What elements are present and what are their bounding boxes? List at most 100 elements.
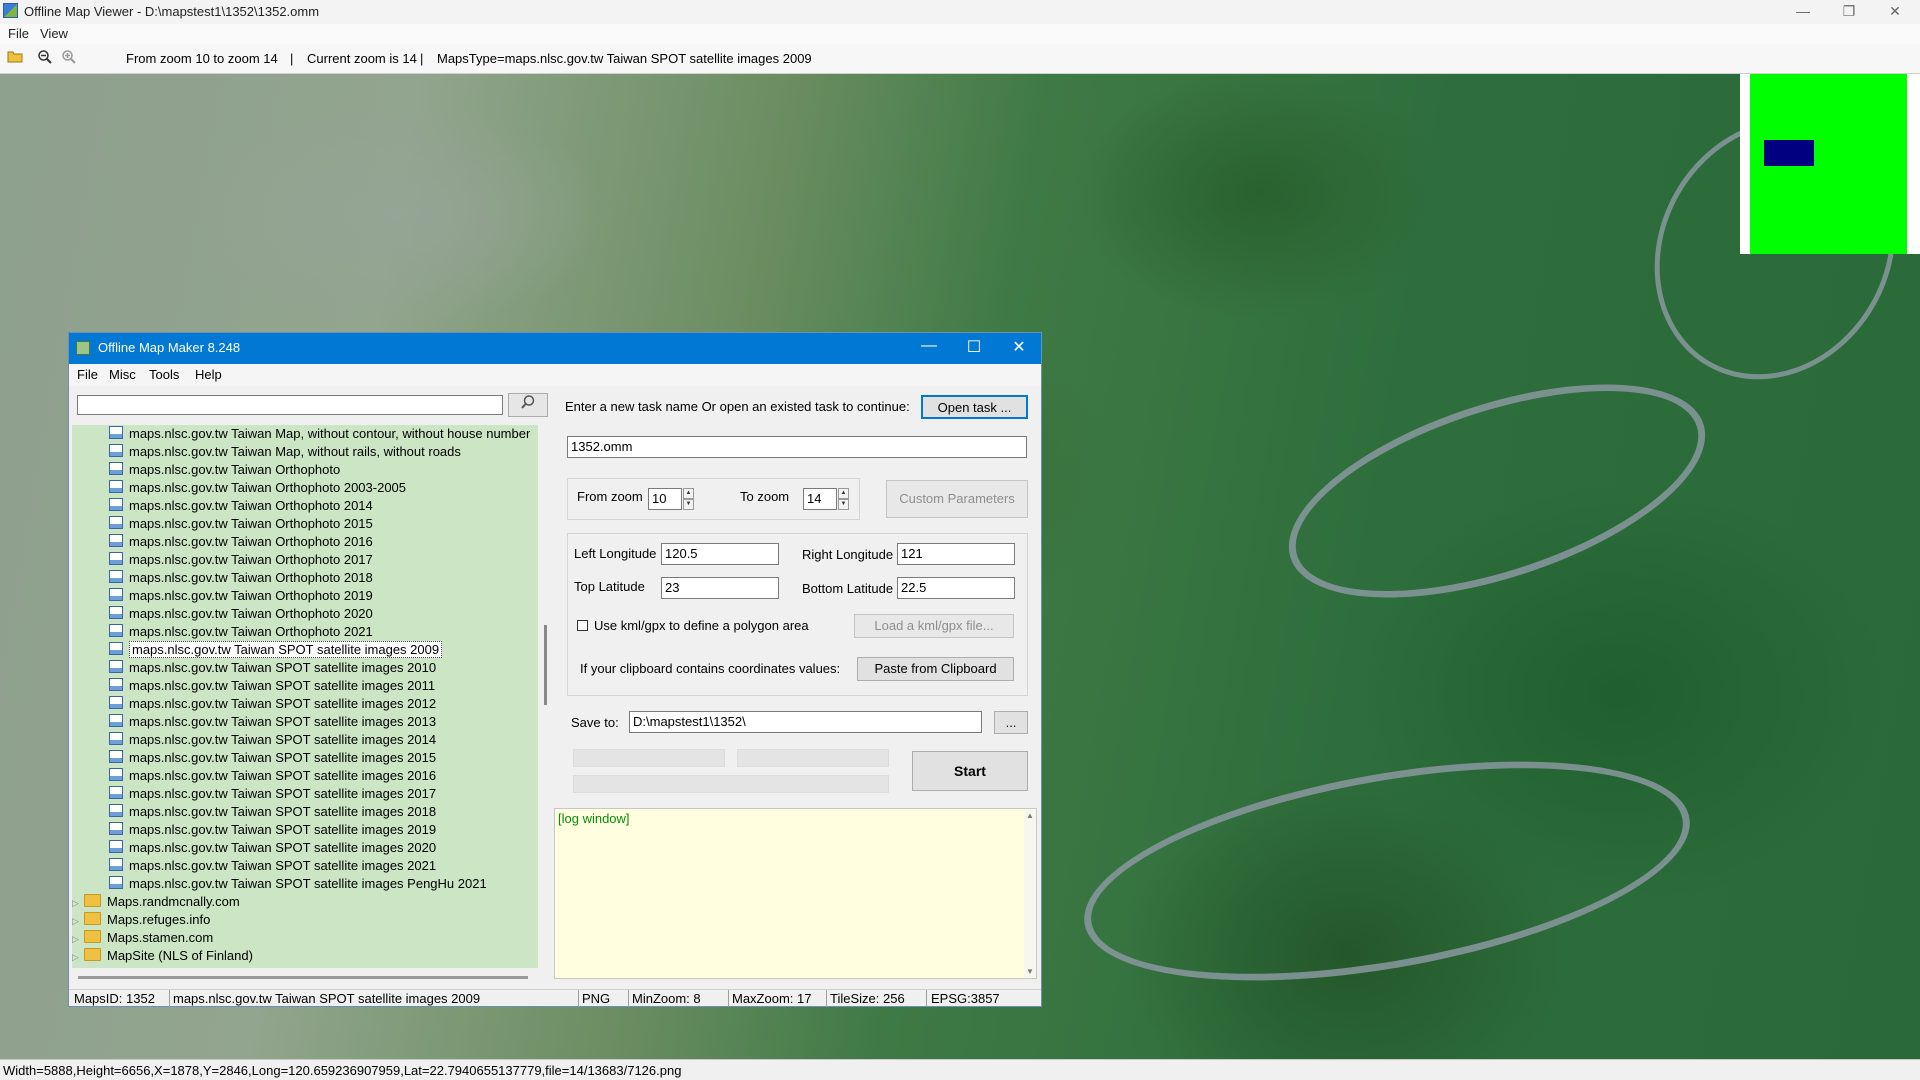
from-zoom-stepper[interactable]: ▲ ▼ bbox=[683, 488, 694, 510]
to-zoom-stepper[interactable]: ▲ ▼ bbox=[838, 488, 849, 510]
tree-map-item[interactable]: maps.nlsc.gov.tw Taiwan Map, without con… bbox=[109, 425, 530, 443]
status-separator bbox=[728, 990, 729, 1007]
epsg-text: EPSG:3857 bbox=[931, 991, 1000, 1006]
from-zoom-input[interactable]: 10 bbox=[648, 488, 682, 510]
map-source-icon bbox=[109, 750, 123, 763]
load-kml-button[interactable]: Load a kml/gpx file... bbox=[854, 614, 1014, 638]
dialog-minimize-button[interactable]: — bbox=[909, 337, 949, 355]
tree-folder-item[interactable]: ▷ MapSite (NLS of Finland) bbox=[72, 947, 253, 965]
tree-vertical-scroll-thumb[interactable] bbox=[544, 625, 547, 705]
tree-vertical-scrollbar[interactable] bbox=[540, 425, 552, 968]
tree-map-item[interactable]: maps.nlsc.gov.tw Taiwan SPOT satellite i… bbox=[109, 641, 443, 659]
tree-horizontal-scrollbar[interactable] bbox=[72, 972, 538, 982]
tree-folder-item[interactable]: ▷ Maps.stamen.com bbox=[72, 929, 213, 947]
tree-map-item[interactable]: maps.nlsc.gov.tw Taiwan SPOT satellite i… bbox=[109, 659, 436, 677]
tree-map-item[interactable]: maps.nlsc.gov.tw Taiwan Orthophoto 2021 bbox=[109, 623, 373, 641]
scroll-down-icon[interactable]: ▼ bbox=[1026, 967, 1034, 976]
tree-map-item[interactable]: maps.nlsc.gov.tw Taiwan Orthophoto 2020 bbox=[109, 605, 373, 623]
tree-item-label: maps.nlsc.gov.tw Taiwan SPOT satellite i… bbox=[129, 822, 437, 837]
map-search-input[interactable] bbox=[77, 395, 503, 415]
status-separator bbox=[578, 990, 579, 1007]
browse-button[interactable]: ... bbox=[994, 711, 1028, 734]
open-folder-icon[interactable] bbox=[6, 49, 24, 67]
maximize-button[interactable]: ❐ bbox=[1826, 0, 1872, 24]
dialog-menu-file[interactable]: File bbox=[77, 367, 98, 382]
tree-map-item[interactable]: maps.nlsc.gov.tw Taiwan SPOT satellite i… bbox=[109, 857, 436, 875]
map-source-icon bbox=[109, 588, 123, 601]
log-scrollbar[interactable]: ▲ ▼ bbox=[1024, 809, 1036, 978]
zoom-out-icon[interactable] bbox=[36, 49, 54, 67]
tree-map-item[interactable]: maps.nlsc.gov.tw Taiwan Orthophoto bbox=[109, 461, 340, 479]
paste-clipboard-button[interactable]: Paste from Clipboard bbox=[857, 657, 1014, 681]
tree-folder-item[interactable]: ▷ Maps.refuges.info bbox=[72, 911, 210, 929]
left-longitude-input[interactable]: 120.5 bbox=[661, 543, 779, 565]
log-window[interactable]: [log window] ▲ ▼ bbox=[554, 808, 1037, 979]
tree-folder-label: MapSite (NLS of Finland) bbox=[107, 948, 253, 963]
left-longitude-label: Left Longitude bbox=[574, 546, 657, 561]
dialog-menubar: File Misc Tools Help bbox=[69, 364, 1041, 386]
tree-map-item[interactable]: maps.nlsc.gov.tw Taiwan Orthophoto 2019 bbox=[109, 587, 373, 605]
scroll-up-icon[interactable]: ▲ bbox=[1026, 811, 1034, 820]
zoom-in-icon[interactable] bbox=[60, 49, 78, 67]
tree-map-item[interactable]: maps.nlsc.gov.tw Taiwan SPOT satellite i… bbox=[109, 731, 436, 749]
open-task-button[interactable]: Open task ... bbox=[921, 395, 1028, 419]
minimap-viewport[interactable] bbox=[1764, 140, 1814, 166]
tree-folder-item[interactable]: ▷ Maps.randmcnally.com bbox=[72, 893, 240, 911]
bottom-latitude-input[interactable]: 22.5 bbox=[897, 577, 1015, 599]
tree-map-item[interactable]: maps.nlsc.gov.tw Taiwan Orthophoto 2018 bbox=[109, 569, 373, 587]
map-source-icon bbox=[109, 462, 123, 475]
overview-minimap[interactable] bbox=[1740, 74, 1920, 254]
dialog-maximize-button[interactable]: ☐ bbox=[954, 337, 994, 357]
dialog-menu-misc[interactable]: Misc bbox=[109, 367, 136, 382]
tree-item-label: maps.nlsc.gov.tw Taiwan SPOT satellite i… bbox=[129, 768, 437, 783]
tree-map-item[interactable]: maps.nlsc.gov.tw Taiwan SPOT satellite i… bbox=[109, 695, 436, 713]
tree-map-item[interactable]: maps.nlsc.gov.tw Taiwan SPOT satellite i… bbox=[109, 677, 435, 695]
tree-map-item[interactable]: maps.nlsc.gov.tw Taiwan SPOT satellite i… bbox=[109, 839, 436, 857]
tree-map-item[interactable]: maps.nlsc.gov.tw Taiwan SPOT satellite i… bbox=[109, 767, 436, 785]
dialog-menu-tools[interactable]: Tools bbox=[149, 367, 179, 382]
to-zoom-input[interactable]: 14 bbox=[803, 488, 837, 510]
tree-map-item[interactable]: maps.nlsc.gov.tw Taiwan SPOT satellite i… bbox=[109, 713, 436, 731]
expand-icon[interactable]: ▷ bbox=[72, 948, 81, 966]
maps-type-text: MapsType=maps.nlsc.gov.tw Taiwan SPOT sa… bbox=[437, 51, 812, 66]
expand-icon[interactable]: ▷ bbox=[72, 912, 81, 930]
top-latitude-input[interactable]: 23 bbox=[661, 577, 779, 599]
tree-map-item[interactable]: maps.nlsc.gov.tw Taiwan SPOT satellite i… bbox=[109, 875, 487, 893]
dialog-menu-help[interactable]: Help bbox=[195, 367, 222, 382]
tree-map-item[interactable]: maps.nlsc.gov.tw Taiwan Orthophoto 2017 bbox=[109, 551, 373, 569]
tree-map-item[interactable]: maps.nlsc.gov.tw Taiwan SPOT satellite i… bbox=[109, 803, 436, 821]
tree-horizontal-scroll-thumb[interactable] bbox=[78, 976, 528, 979]
tree-item-label: maps.nlsc.gov.tw Taiwan SPOT satellite i… bbox=[129, 641, 443, 658]
right-longitude-input[interactable]: 121 bbox=[897, 543, 1015, 565]
right-longitude-label: Right Longitude bbox=[802, 547, 894, 562]
task-name-input[interactable]: 1352.omm bbox=[567, 436, 1027, 458]
expand-icon[interactable]: ▷ bbox=[72, 930, 81, 948]
kml-polygon-checkbox[interactable] bbox=[577, 620, 588, 631]
tree-map-item[interactable]: maps.nlsc.gov.tw Taiwan Orthophoto 2003-… bbox=[109, 479, 406, 497]
save-to-label: Save to: bbox=[571, 715, 619, 730]
tree-map-item[interactable]: maps.nlsc.gov.tw Taiwan SPOT satellite i… bbox=[109, 749, 436, 767]
tree-item-label: maps.nlsc.gov.tw Taiwan SPOT satellite i… bbox=[129, 840, 437, 855]
map-source-tree[interactable]: maps.nlsc.gov.tw Taiwan Map, without con… bbox=[72, 425, 538, 968]
dialog-close-button[interactable]: ✕ bbox=[999, 337, 1039, 357]
tree-map-item[interactable]: maps.nlsc.gov.tw Taiwan Map, without rai… bbox=[109, 443, 461, 461]
tree-item-label: maps.nlsc.gov.tw Taiwan SPOT satellite i… bbox=[129, 696, 437, 711]
menu-file[interactable]: File bbox=[8, 26, 29, 41]
tree-map-item[interactable]: maps.nlsc.gov.tw Taiwan Orthophoto 2016 bbox=[109, 533, 373, 551]
tree-map-item[interactable]: maps.nlsc.gov.tw Taiwan Orthophoto 2015 bbox=[109, 515, 373, 533]
close-button[interactable]: ✕ bbox=[1872, 0, 1918, 24]
map-source-icon bbox=[109, 624, 123, 637]
save-path-input[interactable]: D:\mapstest1\1352\ bbox=[629, 711, 982, 733]
tree-map-item[interactable]: maps.nlsc.gov.tw Taiwan Orthophoto 2014 bbox=[109, 497, 373, 515]
minimize-button[interactable]: — bbox=[1780, 0, 1826, 24]
tree-item-label: maps.nlsc.gov.tw Taiwan Orthophoto 2019 bbox=[129, 588, 373, 603]
toolbar-divider: | bbox=[290, 51, 294, 66]
menu-view[interactable]: View bbox=[40, 26, 68, 41]
custom-parameters-button[interactable]: Custom Parameters bbox=[886, 480, 1028, 518]
start-button[interactable]: Start bbox=[912, 751, 1028, 791]
maps-name-text: maps.nlsc.gov.tw Taiwan SPOT satellite i… bbox=[173, 991, 481, 1006]
expand-icon[interactable]: ▷ bbox=[72, 894, 81, 912]
tree-map-item[interactable]: maps.nlsc.gov.tw Taiwan SPOT satellite i… bbox=[109, 785, 436, 803]
magnifier-icon[interactable] bbox=[508, 393, 548, 417]
tree-map-item[interactable]: maps.nlsc.gov.tw Taiwan SPOT satellite i… bbox=[109, 821, 436, 839]
